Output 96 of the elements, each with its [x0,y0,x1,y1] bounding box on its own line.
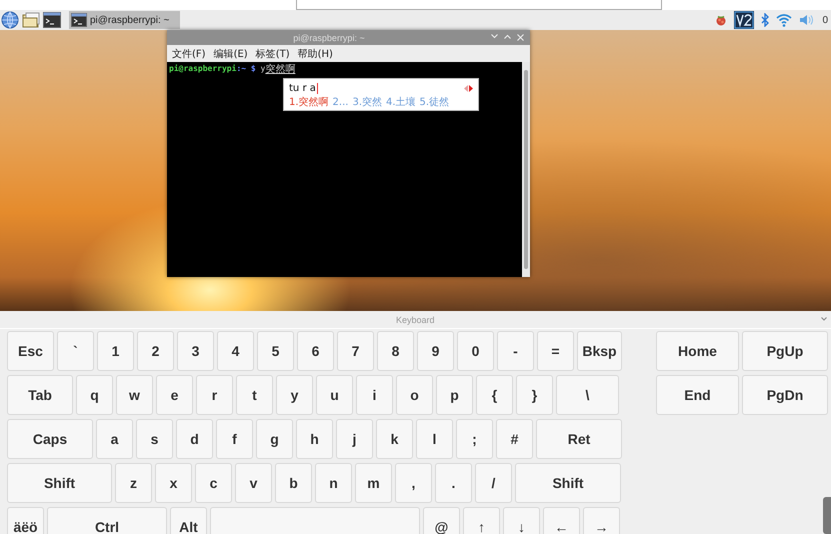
keyboard-key[interactable]: - [497,331,534,371]
keyboard-key[interactable]: # [496,419,533,459]
keyboard-key[interactable]: x [155,463,192,503]
keyboard-key[interactable]: d [176,419,213,459]
keyboard-key[interactable]: End [656,375,739,415]
keyboard-key[interactable]: o [396,375,433,415]
menu-item[interactable]: 编辑(E) [214,46,248,60]
close-icon[interactable] [517,34,524,41]
keyboard-key[interactable]: = [537,331,574,371]
vnc-icon[interactable] [734,11,754,29]
keyboard-key[interactable]: c [195,463,232,503]
preedit-text: 突然啊 [265,64,296,75]
pinyin-text: tu r a [289,82,316,94]
keyboard-key[interactable]: 7 [337,331,374,371]
keyboard-key[interactable]: → [583,507,620,534]
keyboard-key[interactable]: y [276,375,313,415]
keyboard-key[interactable]: Tab [7,375,73,415]
keyboard-key[interactable]: z [115,463,152,503]
text-cursor [316,82,318,94]
keyboard-key[interactable]: k [376,419,413,459]
keyboard-key[interactable]: n [315,463,352,503]
keyboard-key[interactable]: } [516,375,553,415]
bluetooth-icon[interactable] [761,13,770,27]
folder-icon[interactable] [22,12,40,28]
keyboard-key[interactable]: Esc [7,331,54,371]
clock-text: 0 [822,14,828,26]
keyboard-key[interactable]: q [76,375,113,415]
keyboard-key[interactable]: i [356,375,393,415]
candidate-item[interactable]: 1.突然啊 [289,95,329,109]
keyboard-key[interactable]: h [296,419,333,459]
globe-icon[interactable] [1,11,19,29]
keyboard-key[interactable]: Shift [515,463,621,503]
wifi-icon[interactable] [776,13,792,27]
keyboard-key[interactable]: p [436,375,473,415]
keyboard-key[interactable]: l [416,419,453,459]
keyboard-key[interactable]: 9 [417,331,454,371]
keyboard-key[interactable]: v [235,463,272,503]
keyboard-key[interactable]: Home [656,331,739,371]
taskbar-button[interactable]: pi@raspberrypi: ~ [69,11,180,29]
keyboard-key[interactable]: f [216,419,253,459]
terminal-icon[interactable] [43,12,61,28]
keyboard-key[interactable]: Ctrl [47,507,167,534]
keyboard-key[interactable]: 8 [377,331,414,371]
keyboard-key[interactable]: Bksp [577,331,622,371]
keyboard-key[interactable]: . [435,463,472,503]
maximize-icon[interactable] [504,34,511,39]
keyboard-key[interactable]: ↑ [463,507,500,534]
keyboard-key[interactable]: 2 [137,331,174,371]
keyboard-key[interactable]: g [256,419,293,459]
keyboard-key[interactable]: Caps [7,419,93,459]
speaker-icon[interactable] [799,14,816,26]
keyboard-key[interactable]: 5 [257,331,294,371]
keyboard-key[interactable]: u [316,375,353,415]
window-title: pi@raspberrypi: ~ [292,32,366,42]
typed-text: y [260,64,266,73]
keyboard-key[interactable]: m [355,463,392,503]
menu-item[interactable]: 帮助(H) [298,46,333,60]
prompt-path: :~ $ [236,64,257,73]
keyboard-key[interactable]: Shift [7,463,112,503]
menu-item[interactable]: 标签(T) [256,46,290,60]
keyboard-key[interactable]: w [116,375,153,415]
menu-item[interactable]: 文件(F) [172,46,206,60]
keyboard-key[interactable]: PgDn [742,375,828,415]
scroll-handle[interactable] [823,497,831,534]
keyboard-key[interactable]: { [476,375,513,415]
keyboard-key[interactable]: ; [456,419,493,459]
keyboard-key[interactable]: PgUp [742,331,828,371]
keyboard-key[interactable]: 3 [177,331,214,371]
keyboard-key[interactable]: / [475,463,512,503]
keyboard-key[interactable]: j [336,419,373,459]
keyboard-key[interactable]: s [136,419,173,459]
keyboard-key[interactable]: 4 [217,331,254,371]
keyboard-key[interactable]: t [236,375,273,415]
keyboard-key[interactable]: b [275,463,312,503]
keyboard-key[interactable]: @ [423,507,460,534]
minimize-icon[interactable] [491,34,498,39]
keyboard-key[interactable]: , [395,463,432,503]
keyboard-key[interactable]: a [96,419,133,459]
keyboard-key[interactable]: 1 [97,331,134,371]
keyboard-key[interactable]: äëö [7,507,44,534]
keyboard-key[interactable]: r [196,375,233,415]
page-arrows-icon[interactable] [464,84,473,92]
keyboard-key[interactable]: 0 [457,331,494,371]
keyboard-key[interactable]: e [156,375,193,415]
keyboard-key[interactable]: ↓ [503,507,540,534]
chevron-down-icon[interactable] [821,317,827,321]
keyboard-key[interactable]: Alt [170,507,207,534]
raspberry-icon[interactable] [715,14,728,26]
keyboard-key[interactable]: 6 [297,331,334,371]
prompt-user: pi@raspberrypi [169,64,236,73]
terminal-icon [71,13,87,27]
keyboard-key[interactable]: ← [543,507,580,534]
keyboard-key[interactable]: ` [57,331,94,371]
keyboard-key[interactable]: Ret [536,419,622,459]
keyboard-key[interactable]: \ [556,375,619,415]
keyboard-title: Keyboard [396,314,435,324]
